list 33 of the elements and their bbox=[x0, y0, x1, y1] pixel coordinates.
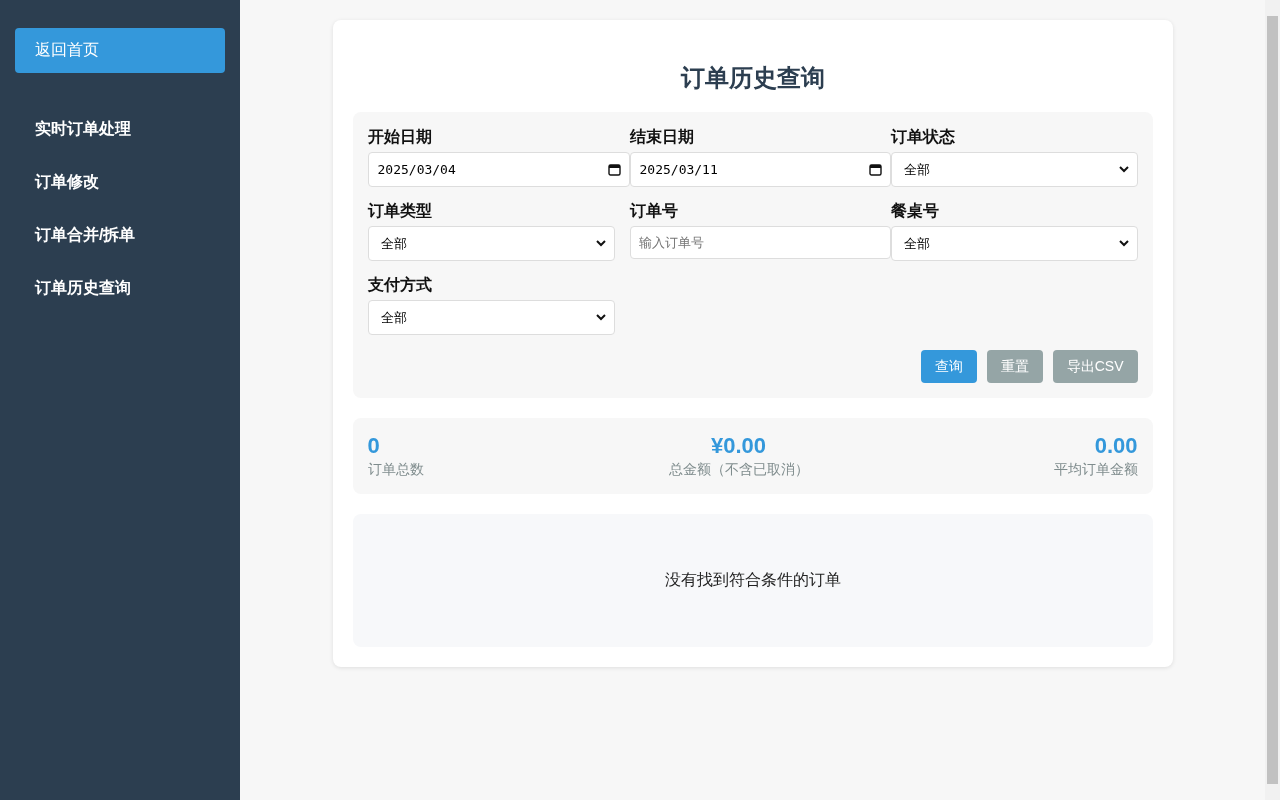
page-title: 订单历史查询 bbox=[679, 63, 826, 93]
order-number-field[interactable]: 输入订单号 bbox=[629, 226, 891, 259]
calendar-icon[interactable] bbox=[607, 163, 621, 176]
field-label: 结束日期 bbox=[629, 127, 695, 147]
date-field[interactable]: 2025/03/11 bbox=[629, 152, 891, 187]
empty-message: 没有找到符合条件的订单 bbox=[664, 570, 841, 590]
stat-label: 平均订单金额 bbox=[1053, 461, 1138, 479]
chevron-down-icon bbox=[595, 314, 606, 321]
chevron-down-icon bbox=[1118, 166, 1129, 173]
chevron-down-icon bbox=[595, 240, 606, 247]
stat-value: 0 bbox=[367, 433, 380, 459]
dropdown[interactable]: 全部 bbox=[367, 300, 615, 335]
field-label: 订单号 bbox=[629, 201, 679, 221]
field-label: 订单类型 bbox=[367, 201, 433, 221]
field-label: 餐桌号 bbox=[890, 201, 940, 221]
field-label: 支付方式 bbox=[367, 275, 433, 295]
field-label: 订单状态 bbox=[890, 127, 956, 147]
stat-value: 0.00 bbox=[1094, 433, 1138, 459]
stat-value: ¥0.00 bbox=[710, 433, 767, 459]
stat-label: 总金额（不含已取消） bbox=[668, 461, 809, 479]
sidebar-item[interactable]: 订单历史查询 bbox=[15, 262, 151, 315]
date-field[interactable]: 2025/03/04 bbox=[367, 152, 630, 187]
sidebar-item[interactable]: 订单修改 bbox=[15, 156, 119, 209]
dropdown[interactable]: 全部 bbox=[890, 152, 1138, 187]
sidebar-item[interactable]: 实时订单处理 bbox=[15, 103, 151, 156]
chevron-down-icon bbox=[1118, 240, 1129, 247]
sidebar-item[interactable]: 订单合并/拆单 bbox=[15, 209, 156, 262]
calendar-icon[interactable] bbox=[868, 163, 882, 176]
dropdown[interactable]: 全部 bbox=[890, 226, 1138, 261]
stat-label: 订单总数 bbox=[367, 461, 424, 479]
scrollbar[interactable] bbox=[1265, 0, 1280, 800]
dropdown[interactable]: 全部 bbox=[367, 226, 615, 261]
field-label: 开始日期 bbox=[367, 127, 433, 147]
